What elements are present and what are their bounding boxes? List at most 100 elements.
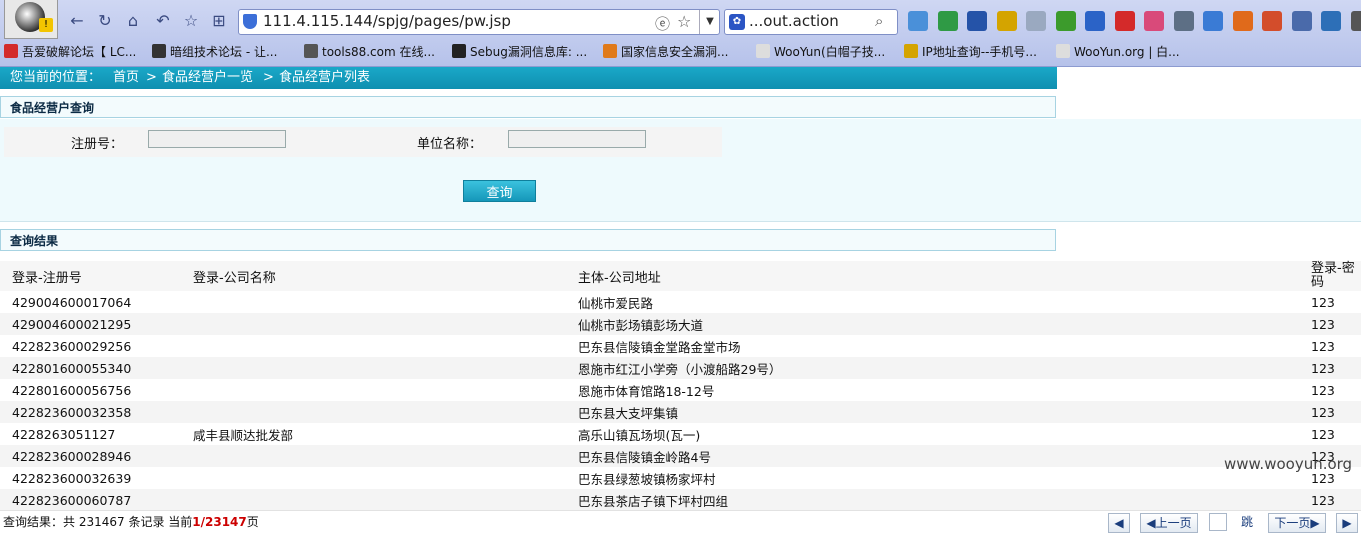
cell-reg-number: 422801600055340 [0, 357, 181, 379]
refresh-icon[interactable]: ↻ [94, 10, 116, 32]
current-page-indicator: 1/23147 [192, 515, 247, 529]
bookmark-item[interactable]: WooYun.org | 白... [1056, 43, 1180, 61]
extension-icon[interactable] [908, 11, 928, 31]
cell-company-name [181, 445, 566, 467]
summary-prefix: 查询结果：共 231467 条记录 当前 [3, 515, 193, 529]
back-arrow-icon[interactable]: ← [66, 10, 88, 32]
bookmark-label: WooYun.org | 白... [1074, 45, 1180, 59]
extension-icon[interactable] [1026, 11, 1046, 31]
search-bar[interactable]: ✿ ⌕ [724, 9, 898, 35]
ie-mode-icon[interactable]: ⓔ [655, 13, 670, 34]
cell-address: 巴东县绿葱坡镇杨家坪村 [566, 467, 1306, 489]
column-header-password: 登录-密码 [1306, 261, 1361, 291]
record-summary: 查询结果：共 231467 条记录 当前1/23147页 [3, 513, 259, 530]
breadcrumb-list-link[interactable]: 食品经营户一览 [162, 67, 253, 89]
bookmark-item[interactable]: WooYun(白帽子技... [756, 43, 885, 61]
next-arrow-icon: ▶ [1310, 516, 1320, 530]
extension-icon[interactable] [967, 11, 987, 31]
breadcrumb-separator: > [146, 70, 157, 85]
jump-button[interactable]: 跳 [1232, 513, 1262, 531]
extension-icon[interactable] [1291, 11, 1312, 31]
reg-number-input[interactable] [148, 130, 286, 148]
cell-company-name [181, 313, 566, 335]
last-page-icon: ▶ [1342, 516, 1352, 530]
page-number-input[interactable] [1209, 513, 1227, 531]
extension-icon[interactable] [1085, 11, 1105, 31]
extension-icon[interactable] [1203, 11, 1223, 31]
extension-icon[interactable] [1262, 11, 1282, 31]
cell-address: 巴东县信陵镇金岭路4号 [566, 445, 1306, 467]
browser-chrome: ! ← ↻ ⌂ ↶ ☆ ⊞ ⓔ ☆ ▼ ✿ ⌕ 吾爱破解论坛【 LC... 暗组… [0, 0, 1361, 67]
favorite-star-icon[interactable]: ☆ [677, 12, 691, 31]
table-row: 422823600028946 巴东县信陵镇金岭路4号 123 [0, 445, 1361, 467]
extension-icon[interactable] [1350, 11, 1361, 31]
paw-icon[interactable]: ✿ [729, 14, 745, 30]
address-bar[interactable]: ⓔ ☆ ▼ [238, 9, 720, 35]
extension-icon[interactable] [1173, 11, 1194, 31]
home-icon[interactable]: ⌂ [122, 10, 144, 32]
bookmark-item[interactable]: tools88.com 在线... [304, 43, 435, 61]
bookmark-item[interactable]: IP地址查询--手机号... [904, 43, 1037, 61]
next-page-button[interactable]: 下一页▶ [1268, 513, 1326, 533]
breadcrumb-separator: > [263, 70, 274, 85]
profile-avatar[interactable]: ! [4, 0, 58, 39]
cell-company-name [181, 379, 566, 401]
warning-icon: ! [39, 18, 53, 32]
extension-icon[interactable] [1321, 11, 1341, 31]
bookmark-icon [904, 44, 918, 58]
table-row: 422823600032358 巴东县大支坪集镇 123 [0, 401, 1361, 423]
extension-icon[interactable] [1055, 11, 1076, 31]
watermark: www.wooyun.org [1224, 455, 1353, 473]
search-icon[interactable]: ⌕ [875, 12, 883, 30]
bookmark-item[interactable]: 吾爱破解论坛【 LC... [4, 43, 136, 61]
bookmark-icon [4, 44, 18, 58]
grid-apps-icon[interactable]: ⊞ [208, 10, 230, 32]
divider [0, 221, 1361, 222]
extension-icon[interactable] [937, 11, 958, 31]
extension-icon[interactable] [1144, 11, 1164, 31]
column-header-company-name: 登录-公司名称 [181, 261, 566, 291]
extension-icon[interactable] [996, 11, 1017, 31]
breadcrumb-home-link[interactable]: 首页 [113, 67, 139, 89]
query-button[interactable]: 查询 [463, 180, 536, 202]
cell-address: 巴东县大支坪集镇 [566, 401, 1306, 423]
first-page-button[interactable]: ◀ [1108, 513, 1130, 533]
company-name-input[interactable] [508, 130, 646, 148]
cell-company-name: 咸丰县顺达批发部 [181, 423, 566, 445]
cell-reg-number: 422823600060787 [0, 489, 181, 511]
bookmark-item[interactable]: 国家信息安全漏洞... [603, 43, 728, 61]
query-panel: 注册号： 单位名称： 查询 [0, 119, 1361, 221]
cell-password: 123 [1306, 357, 1361, 379]
cell-address: 恩施市体育馆路18-12号 [566, 379, 1306, 401]
table-row: 429004600021295 仙桃市彭场镇彭场大道 123 [0, 313, 1361, 335]
bookmark-star-icon[interactable]: ☆ [180, 10, 202, 32]
extension-icon[interactable] [1114, 11, 1135, 31]
search-input[interactable] [749, 12, 869, 30]
pagination-bar: 查询结果：共 231467 条记录 当前1/23147页 ◀ ◀上一页 跳 下一… [0, 510, 1361, 537]
cell-password: 123 [1306, 401, 1361, 423]
bookmark-icon [452, 44, 466, 58]
cell-reg-number: 422823600032639 [0, 467, 181, 489]
bookmark-label: WooYun(白帽子技... [774, 45, 886, 59]
cell-reg-number: 429004600021295 [0, 313, 181, 335]
undo-icon[interactable]: ↶ [152, 10, 174, 32]
last-page-button[interactable]: ▶ [1336, 513, 1358, 533]
cell-company-name [181, 335, 566, 357]
table-row: 422823600060787 巴东县茶店子镇下坪村四组 123 [0, 489, 1361, 511]
cell-company-name [181, 401, 566, 423]
cell-address: 仙桃市彭场镇彭场大道 [566, 313, 1306, 335]
table-row: 422823600029256 巴东县信陵镇金堂路金堂市场 123 [0, 335, 1361, 357]
prev-page-button[interactable]: ◀上一页 [1140, 513, 1198, 533]
table-row: 422801600055340 恩施市红江小学旁（小渡船路29号） 123 [0, 357, 1361, 379]
bookmark-label: IP地址查询--手机号... [922, 45, 1037, 59]
bookmark-item[interactable]: 暗组技术论坛 - 让... [152, 43, 277, 61]
cell-reg-number: 429004600017064 [0, 291, 181, 313]
page-content: 您当前的位置： 首页 > 食品经营户一览 > 食品经营户列表 食品经营户查询 注… [0, 67, 1361, 542]
breadcrumb-current: 食品经营户列表 [279, 70, 371, 85]
bookmarks-bar: 吾爱破解论坛【 LC... 暗组技术论坛 - 让... tools88.com … [0, 40, 1361, 64]
reg-number-label: 注册号： [71, 137, 124, 152]
url-input[interactable] [263, 12, 643, 30]
url-dropdown-icon[interactable]: ▼ [699, 10, 720, 34]
bookmark-item[interactable]: Sebug漏洞信息库: ... [452, 43, 587, 61]
extension-icon[interactable] [1232, 11, 1253, 31]
